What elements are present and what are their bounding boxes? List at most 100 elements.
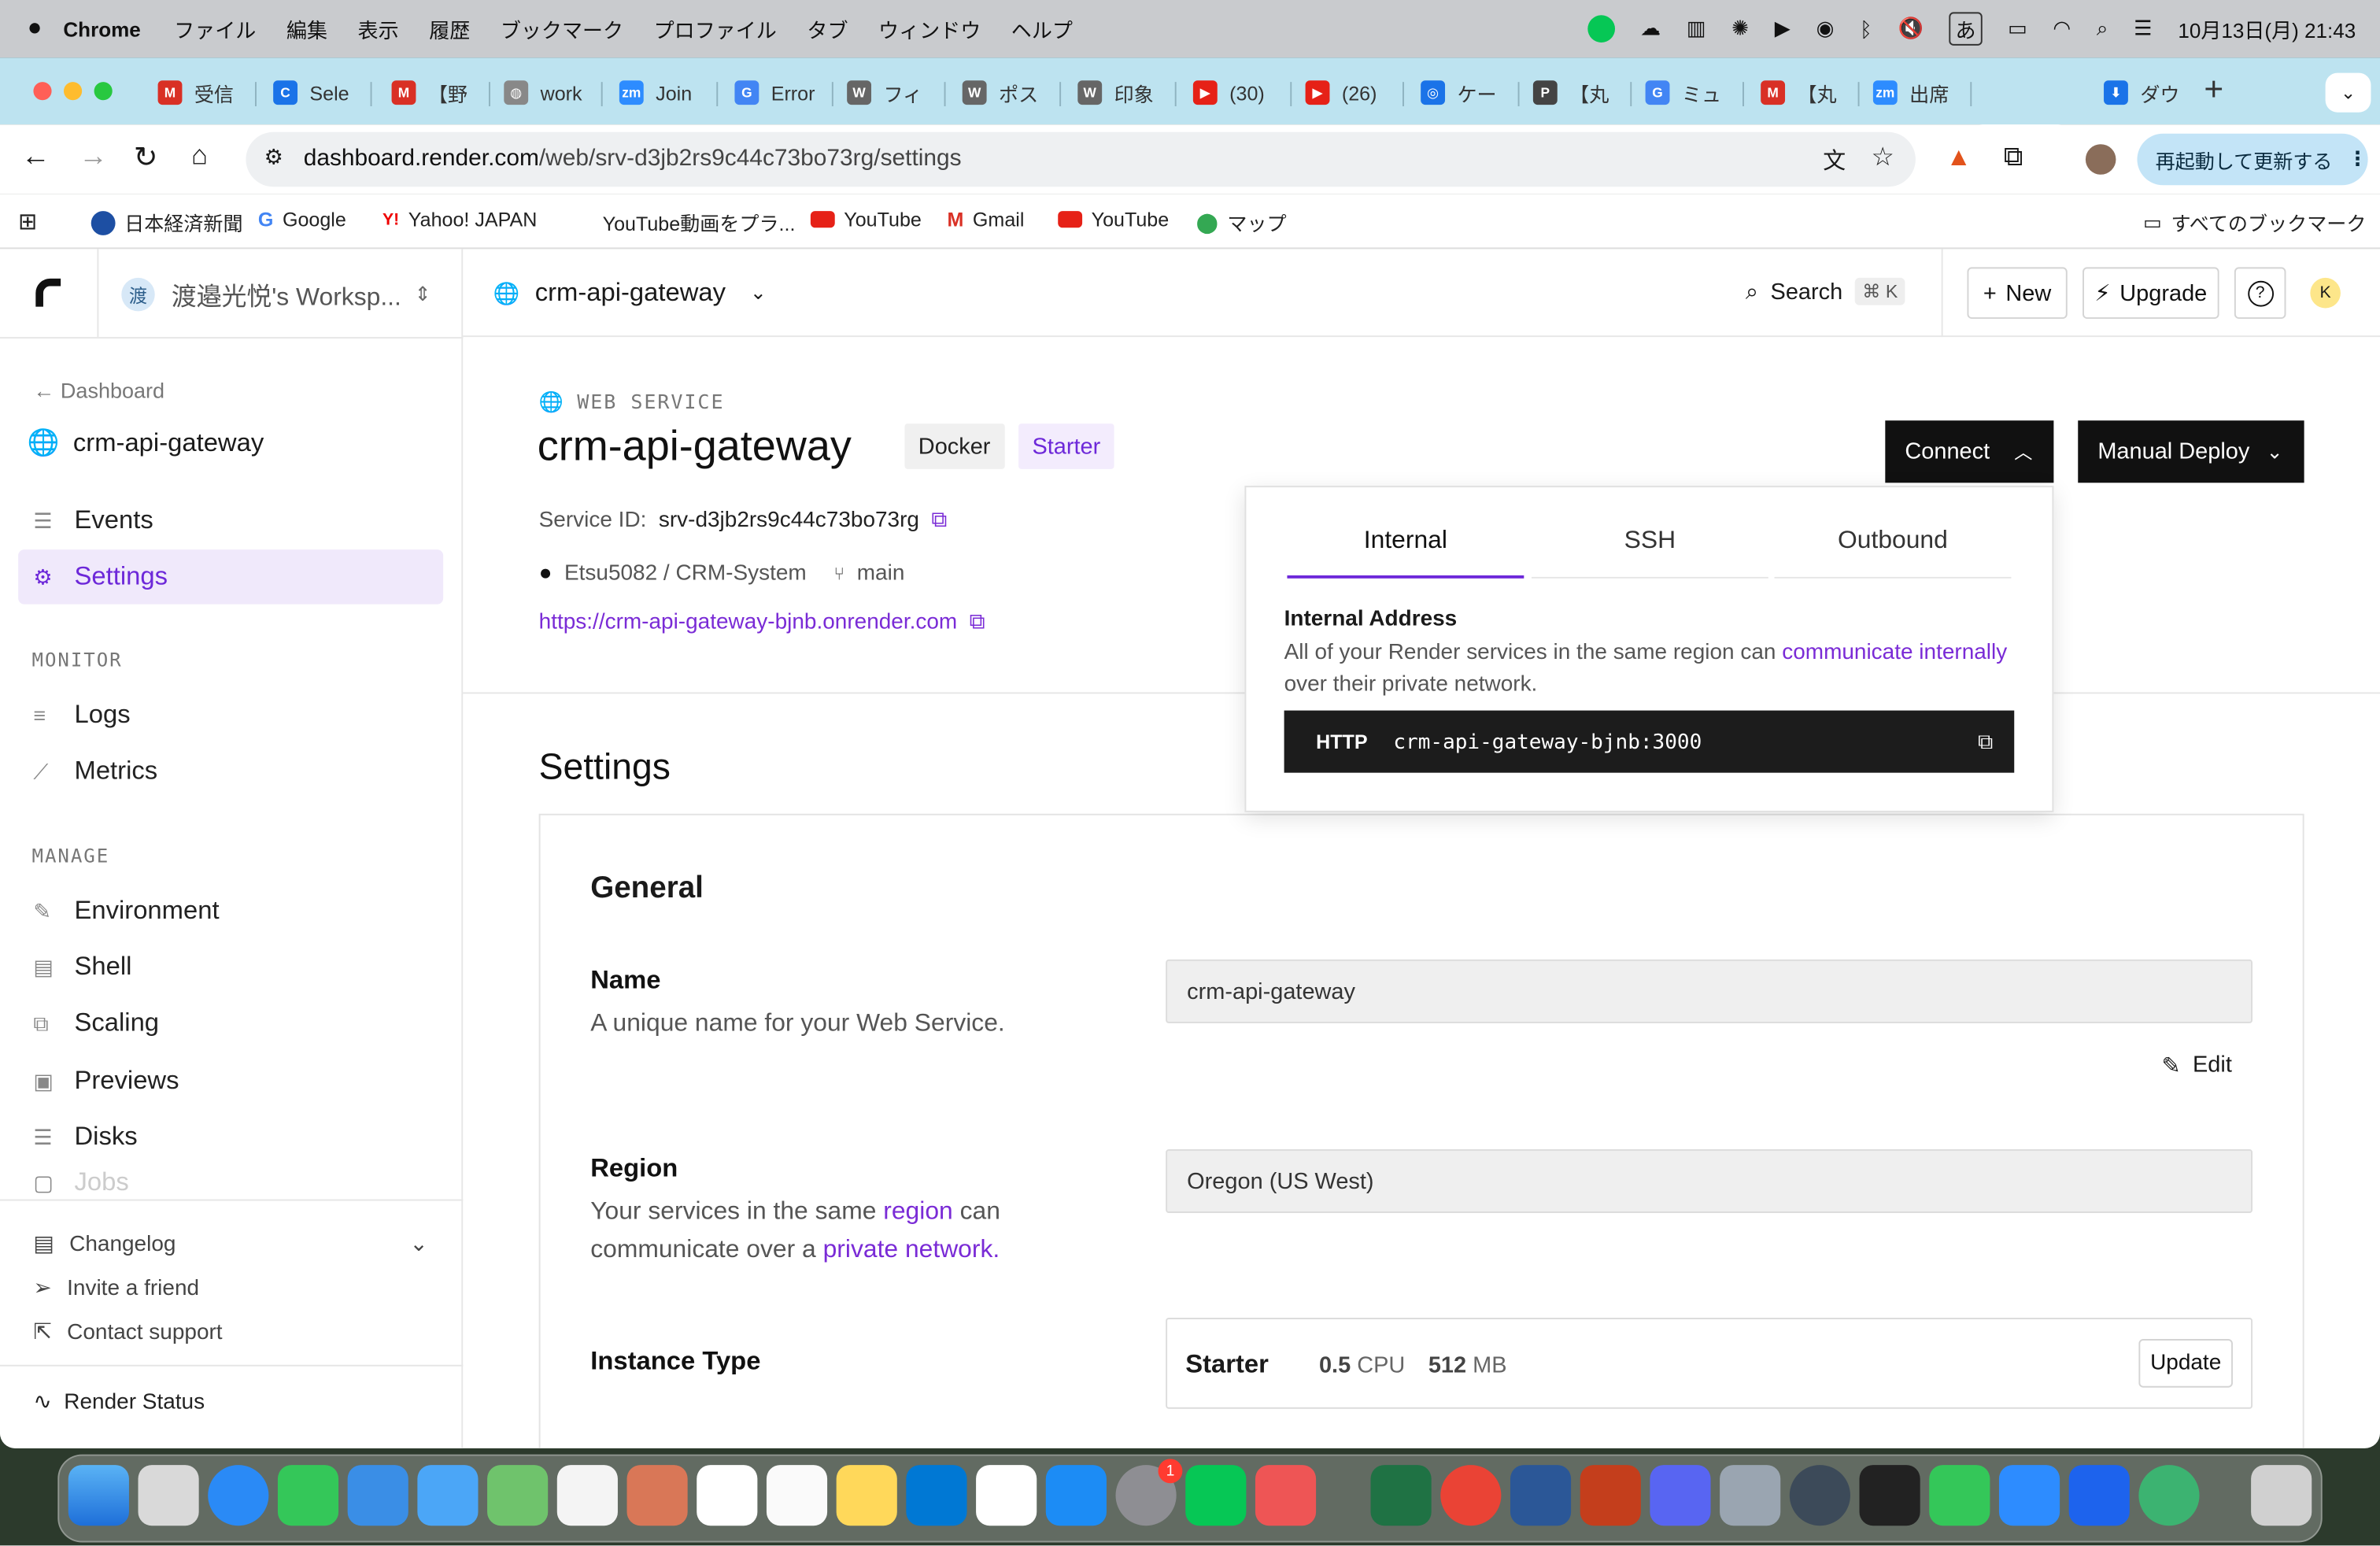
close-window-button[interactable] xyxy=(33,82,52,101)
numbers-icon[interactable] xyxy=(1929,1465,1990,1526)
restart-to-update-button[interactable]: 再起動して更新する ⋮ xyxy=(2137,133,2368,186)
app-menu[interactable]: Chrome xyxy=(63,17,140,40)
internal-address-value[interactable]: crm-api-gateway-bjnb:3000 xyxy=(1393,730,1702,754)
service-switcher[interactable]: 🌐 crm-api-gateway ⌄ xyxy=(493,278,767,309)
tab-internal[interactable]: Internal xyxy=(1287,527,1524,579)
excel-icon[interactable] xyxy=(1370,1465,1432,1526)
zoom-window-button[interactable] xyxy=(94,82,113,101)
browser-tab[interactable]: ◎ ケー xyxy=(1412,73,1497,113)
ime-indicator[interactable]: あ xyxy=(1949,12,1983,46)
powerpoint-icon[interactable] xyxy=(1580,1465,1641,1526)
browser-tab[interactable]: G ミュ xyxy=(1636,73,1721,113)
private-network-link[interactable]: private network. xyxy=(823,1236,1000,1263)
bookmark-google[interactable]: G Google xyxy=(258,208,346,231)
edit-button[interactable]: ✎ Edit xyxy=(2161,1052,2232,1080)
maps-icon[interactable] xyxy=(487,1465,549,1526)
workspace-switcher[interactable]: 渡 渡邉光悦's Worksp... ⇕ xyxy=(121,275,440,314)
sidebar-item-scaling[interactable]: ⧉ Scaling xyxy=(18,996,443,1050)
browser-tab[interactable]: ◍ work xyxy=(495,73,582,113)
battery-icon[interactable]: ▭ xyxy=(2008,17,2027,41)
browser-tab[interactable]: zm Join xyxy=(610,73,692,113)
chatgpt-icon[interactable]: ✺ xyxy=(1731,17,1749,41)
trash-icon[interactable] xyxy=(2251,1465,2312,1526)
sidebar-item-metrics[interactable]: ⟋ Metrics xyxy=(18,744,443,798)
browser-tab[interactable]: W 印象 xyxy=(1069,73,1154,113)
bookmark-maps[interactable]: ⬤ マップ xyxy=(1196,208,1287,237)
service-url-link[interactable]: https://crm-api-gateway-bjnb.onrender.co… xyxy=(539,610,958,634)
play-icon[interactable]: ▶ xyxy=(1775,17,1791,41)
url-text[interactable]: dashboard.render.com/web/srv-d3jb2rs9c44… xyxy=(304,146,962,173)
render-logo[interactable] xyxy=(33,276,66,309)
launchpad-icon[interactable] xyxy=(138,1465,199,1526)
invite-friend-link[interactable]: ➢ Invite a friend xyxy=(33,1277,199,1301)
tab-search-button[interactable]: ⌄ xyxy=(2325,72,2371,113)
manual-deploy-button[interactable]: Manual Deploy ⌄ xyxy=(2078,420,2304,483)
browser-tab[interactable]: zm 出席 xyxy=(1864,73,1949,113)
repo-link[interactable]: Etsu5082 / CRM-System xyxy=(564,562,807,586)
iphone-mirroring-icon[interactable] xyxy=(1255,1465,1317,1526)
help-button[interactable]: ? xyxy=(2234,267,2286,320)
find-my-icon[interactable] xyxy=(2138,1465,2200,1526)
discord-icon[interactable] xyxy=(1650,1465,1711,1526)
preview-icon[interactable] xyxy=(1720,1465,1781,1526)
plan-badge[interactable]: Starter xyxy=(1018,423,1114,469)
tab-outbound[interactable]: Outbound xyxy=(1774,527,2012,579)
mute-icon[interactable]: 🔇 xyxy=(1898,17,1924,41)
browser-tab[interactable]: W ポス xyxy=(953,73,1038,113)
sidebar-item-logs[interactable]: ≡ Logs xyxy=(18,688,443,742)
upgrade-button[interactable]: ⚡ Upgrade xyxy=(2082,267,2219,320)
line-status-icon[interactable] xyxy=(1587,15,1615,43)
safari-icon[interactable] xyxy=(208,1465,269,1526)
search-button[interactable]: ⌕ Search ⌘ K xyxy=(1746,277,1905,305)
copy-icon[interactable]: ⧉ xyxy=(931,509,947,533)
control-center-icon[interactable]: ☰ xyxy=(2134,17,2152,41)
back-icon[interactable]: ← xyxy=(21,141,50,174)
extensions-puzzle-icon[interactable]: ⧉ xyxy=(2004,141,2023,173)
sidebar-item-environment[interactable]: ✎ Environment xyxy=(18,883,443,938)
vscode-icon[interactable] xyxy=(906,1465,967,1526)
browser-tab[interactable]: P 【丸 xyxy=(1524,73,1609,113)
bookmark-youtube-2[interactable]: YouTube xyxy=(1058,208,1169,231)
terminal-icon[interactable] xyxy=(1859,1465,1920,1526)
cloud-icon[interactable]: ☁ xyxy=(1640,17,1661,41)
sidebar-item-jobs[interactable]: ▢ Jobs xyxy=(18,1166,443,1199)
photos-icon[interactable] xyxy=(556,1465,618,1526)
app-store-icon[interactable] xyxy=(1045,1465,1107,1526)
sidebar-item-disks[interactable]: ☰ Disks xyxy=(18,1110,443,1164)
browser-tab[interactable]: ⬇ ダウ xyxy=(2094,73,2179,113)
browser-tab[interactable]: ▶ (26) xyxy=(1296,73,1377,113)
apps-grid-icon[interactable]: ⊞ xyxy=(18,208,37,235)
site-info-icon[interactable]: ⚙ xyxy=(264,144,283,170)
name-input[interactable]: crm-api-gateway xyxy=(1166,959,2253,1023)
copy-icon[interactable]: ⧉ xyxy=(1978,730,1993,754)
all-bookmarks[interactable]: ▭ すべてのブックマーク xyxy=(2143,208,2366,237)
back-to-dashboard-link[interactable]: ← Dashboard xyxy=(33,378,164,402)
communicate-internally-link[interactable]: communicate internally xyxy=(1782,641,2007,665)
home-icon[interactable]: ⌂ xyxy=(191,139,208,172)
word-icon[interactable] xyxy=(1510,1465,1572,1526)
browser-tab[interactable]: C Sele xyxy=(264,73,349,113)
sidebar-item-previews[interactable]: ▣ Previews xyxy=(18,1053,443,1108)
bookmark-yahoo[interactable]: Y! Yahoo! JAPAN xyxy=(382,208,537,231)
render-status-link[interactable]: ∿ Render Status xyxy=(33,1391,205,1415)
docker-icon[interactable] xyxy=(2068,1465,2130,1526)
messages-icon[interactable] xyxy=(277,1465,339,1526)
bookmark-gmail[interactable]: M Gmail xyxy=(947,208,1024,231)
menu-tab[interactable]: タブ xyxy=(807,13,848,44)
freeform-icon[interactable] xyxy=(976,1465,1037,1526)
browser-tab[interactable]: M 【野 xyxy=(382,73,468,113)
menu-bookmarks[interactable]: ブックマーク xyxy=(501,13,623,44)
system-settings-icon[interactable]: 1 xyxy=(1115,1459,1183,1526)
menu-edit[interactable]: 編集 xyxy=(286,13,327,44)
wifi-icon[interactable]: ◠ xyxy=(2053,17,2071,41)
forward-icon[interactable]: → xyxy=(79,141,108,174)
sidebar-item-shell[interactable]: ▤ Shell xyxy=(18,940,443,994)
keynote-icon[interactable] xyxy=(347,1465,408,1526)
menu-file[interactable]: ファイル xyxy=(174,13,256,44)
copy-icon[interactable]: ⧉ xyxy=(970,610,985,634)
menu-view[interactable]: 表示 xyxy=(358,13,399,44)
tab-ssh[interactable]: SSH xyxy=(1531,527,1768,579)
bookmark-youtube[interactable]: YouTube xyxy=(810,208,922,231)
apple-icon[interactable]: ● xyxy=(28,15,42,43)
translate-icon[interactable]: 文 xyxy=(1823,144,1846,176)
